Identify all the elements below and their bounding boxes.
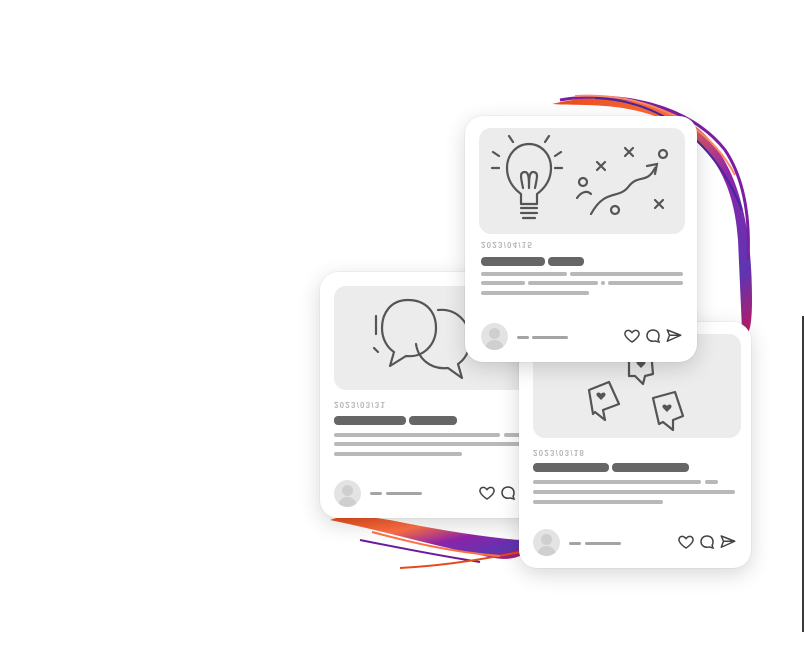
post-text-line bbox=[334, 433, 500, 437]
post-text-line bbox=[334, 452, 462, 456]
lightbulb-icon bbox=[490, 134, 669, 220]
username-bar bbox=[370, 492, 382, 495]
post-title-bar bbox=[481, 257, 545, 266]
post-text-line bbox=[481, 272, 567, 276]
post-text-line bbox=[533, 480, 701, 484]
heart-icon[interactable] bbox=[478, 484, 496, 502]
post-text-line bbox=[608, 281, 683, 285]
post-text-line bbox=[528, 281, 598, 285]
post-date: 2023/03/31 bbox=[334, 400, 387, 409]
post-title-bar bbox=[548, 257, 584, 266]
strategy-diagram-icon bbox=[575, 146, 669, 216]
send-icon[interactable] bbox=[719, 533, 737, 551]
username-bar bbox=[386, 492, 422, 495]
post-title-bar bbox=[612, 463, 689, 472]
post-text-line bbox=[533, 500, 663, 504]
heart-icon[interactable] bbox=[677, 533, 695, 551]
username-bar bbox=[517, 336, 529, 339]
avatar[interactable] bbox=[334, 480, 361, 507]
post-actions bbox=[478, 484, 517, 502]
post-date: 2023/04/15 bbox=[481, 240, 534, 249]
post-text-line bbox=[570, 272, 683, 276]
comment-icon[interactable] bbox=[499, 484, 517, 502]
post-image bbox=[479, 128, 685, 234]
post-title-bar bbox=[533, 463, 609, 472]
send-icon[interactable] bbox=[665, 327, 683, 345]
speech-bubbles-icon bbox=[372, 298, 472, 380]
post-title-bar bbox=[334, 416, 406, 425]
post-text-line bbox=[533, 490, 735, 494]
post-text-line bbox=[334, 442, 524, 446]
username-bar bbox=[532, 336, 568, 339]
page-edge-divider bbox=[802, 316, 804, 632]
post-date: 2023/03/18 bbox=[533, 448, 586, 457]
hero-illustration: 2023/03/31 2023/03/18 2023/04/15 bbox=[0, 0, 805, 648]
post-text-line bbox=[481, 281, 525, 285]
post-text-line bbox=[481, 291, 589, 295]
post-actions bbox=[623, 327, 683, 345]
post-card-strategy[interactable]: 2023/04/15 bbox=[465, 116, 697, 362]
post-text-line bbox=[601, 281, 605, 285]
post-text-line bbox=[705, 480, 718, 484]
avatar[interactable] bbox=[481, 323, 508, 350]
post-title-bar bbox=[409, 416, 457, 425]
username-bar bbox=[585, 542, 621, 545]
comment-icon[interactable] bbox=[644, 327, 662, 345]
username-bar bbox=[569, 542, 581, 545]
comment-icon[interactable] bbox=[698, 533, 716, 551]
post-actions bbox=[677, 533, 737, 551]
heart-icon[interactable] bbox=[623, 327, 641, 345]
avatar[interactable] bbox=[533, 529, 560, 556]
